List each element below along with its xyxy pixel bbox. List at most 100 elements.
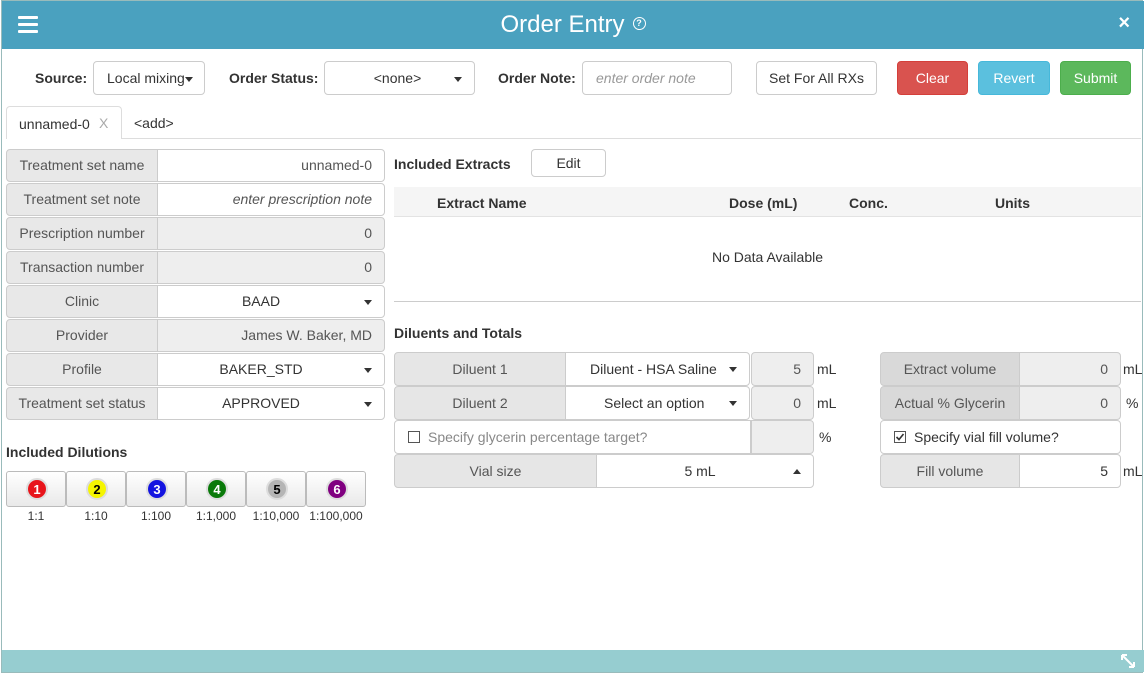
column-dose[interactable]: Dose (mL) — [729, 195, 797, 211]
clinic-value: BAAD — [241, 293, 281, 309]
title-text: Order Entry — [500, 11, 625, 38]
vial-size-label: Vial size — [394, 454, 597, 488]
tab-add[interactable]: <add> — [134, 115, 174, 131]
diluent-2-label: Diluent 2 — [394, 386, 566, 420]
profile-select[interactable]: BAKER_STD — [157, 353, 385, 386]
dilution-button[interactable]: 4 — [186, 471, 246, 507]
set-for-all-rxs-button[interactable]: Set For All RXs — [756, 61, 877, 95]
profile-label: Profile — [6, 353, 158, 386]
chevron-down-icon — [185, 77, 193, 82]
glycerin-target-label: Specify glycerin percentage target? — [428, 429, 648, 445]
diluent-1-select[interactable]: Diluent - HSA Saline — [565, 352, 750, 386]
dilution-label: 1:10 — [84, 509, 108, 523]
source-label: Source: — [35, 70, 88, 86]
glycerin-target-field — [751, 420, 814, 454]
treatment-set-name-input[interactable]: unnamed-0 — [157, 149, 385, 182]
treatment-set-status-select[interactable]: APPROVED — [157, 387, 385, 420]
order-status-label: Order Status: — [229, 70, 319, 86]
glycerin-target-unit: % — [819, 429, 832, 445]
provider-label: Provider — [6, 319, 158, 352]
dilution-button[interactable]: 1 — [6, 471, 66, 507]
check-icon — [895, 433, 905, 441]
dilution-badge: 2 — [86, 478, 108, 500]
order-note-input[interactable]: enter order note — [582, 61, 732, 95]
dilution-label: 1:100,000 — [309, 509, 363, 523]
treatment-set-note-input[interactable]: enter prescription note — [157, 183, 385, 216]
vial-size-select[interactable]: 5 mL — [596, 454, 814, 488]
chevron-down-icon — [729, 401, 737, 406]
resize-icon[interactable] — [1120, 653, 1136, 669]
prescription-number-field: 0 — [157, 217, 385, 250]
glycerin-target-checkbox[interactable] — [408, 431, 420, 443]
close-icon[interactable]: × — [1118, 12, 1130, 35]
dilution-label: 1:10,000 — [252, 509, 300, 523]
chevron-down-icon — [454, 77, 462, 82]
fill-volume-unit: mL — [1123, 463, 1143, 479]
order-status-value: <none> — [373, 70, 422, 86]
dilution-label: 1:1 — [27, 509, 45, 523]
treatment-set-name-label: Treatment set name — [6, 149, 158, 182]
order-note-label: Order Note: — [498, 70, 576, 86]
included-extracts-title: Included Extracts — [394, 156, 511, 172]
dilution-badge: 3 — [146, 478, 168, 500]
edit-extracts-button[interactable]: Edit — [531, 149, 606, 177]
fill-volume-checkbox[interactable] — [894, 431, 906, 443]
section-divider — [394, 301, 1141, 302]
chevron-down-icon — [364, 300, 372, 305]
chevron-down-icon — [729, 367, 737, 372]
chevron-down-icon — [364, 402, 372, 407]
diluents-title: Diluents and Totals — [394, 325, 523, 341]
source-value: Local mixing — [107, 70, 185, 86]
diluent-1-value: Diluent - HSA Saline — [590, 361, 717, 377]
diluent-1-unit: mL — [817, 361, 837, 377]
tab-label: unnamed-0 — [19, 116, 90, 132]
clinic-select[interactable]: BAAD — [157, 285, 385, 318]
extract-volume-field: 0 — [1019, 352, 1121, 386]
clinic-label: Clinic — [6, 285, 158, 318]
tab-underline — [6, 138, 1141, 139]
column-units[interactable]: Units — [995, 195, 1030, 211]
source-select[interactable]: Local mixing — [93, 61, 205, 95]
column-extract-name[interactable]: Extract Name — [437, 195, 527, 211]
fill-volume-check-row[interactable]: Specify vial fill volume? — [880, 420, 1121, 454]
treatment-set-note-label: Treatment set note — [6, 183, 158, 216]
dilution-button[interactable]: 6 — [306, 471, 366, 507]
chevron-down-icon — [364, 368, 372, 373]
clear-button[interactable]: Clear — [897, 61, 968, 95]
profile-value: BAKER_STD — [219, 361, 303, 377]
dilution-button[interactable]: 5 — [246, 471, 306, 507]
fill-volume-label: Fill volume — [880, 454, 1020, 488]
submit-button[interactable]: Submit — [1060, 61, 1131, 95]
dilution-badge: 4 — [206, 478, 228, 500]
status-value: APPROVED — [222, 395, 300, 411]
order-status-select[interactable]: <none> — [324, 61, 475, 95]
treatment-set-status-label: Treatment set status — [6, 387, 158, 420]
extract-volume-unit: mL — [1123, 361, 1143, 377]
diluent-1-amount: 5 — [751, 352, 814, 386]
diluent-2-unit: mL — [817, 395, 837, 411]
fill-volume-input[interactable]: 5 — [1019, 454, 1121, 488]
column-conc[interactable]: Conc. — [849, 195, 888, 211]
dilution-button[interactable]: 3 — [126, 471, 186, 507]
transaction-number-field: 0 — [157, 251, 385, 284]
help-icon[interactable]: ? — [632, 17, 646, 31]
diluent-2-amount: 0 — [751, 386, 814, 420]
provider-field: James W. Baker, MD — [157, 319, 385, 352]
no-data-text: No Data Available — [711, 249, 824, 265]
diluent-2-select[interactable]: Select an option — [565, 386, 750, 420]
glycerin-target-row[interactable]: Specify glycerin percentage target? — [394, 420, 751, 454]
diluent-1-label: Diluent 1 — [394, 352, 566, 386]
dilution-label: 1:1,000 — [195, 509, 237, 523]
transaction-number-label: Transaction number — [6, 251, 158, 284]
window-title: Order Entry? — [2, 11, 1144, 39]
tab-close-icon[interactable]: X — [99, 115, 108, 131]
tab-unnamed-0[interactable]: unnamed-0 X — [6, 106, 122, 139]
dilution-label: 1:100 — [140, 509, 172, 523]
dilution-button[interactable]: 2 — [66, 471, 126, 507]
actual-glycerin-field: 0 — [1019, 386, 1121, 420]
diluent-2-value: Select an option — [604, 395, 705, 411]
vial-size-value: 5 mL — [684, 463, 716, 479]
order-entry-window: Order Entry? × Source: Local mixing Orde… — [1, 0, 1144, 673]
revert-button[interactable]: Revert — [978, 61, 1050, 95]
dilution-badge: 5 — [266, 478, 288, 500]
